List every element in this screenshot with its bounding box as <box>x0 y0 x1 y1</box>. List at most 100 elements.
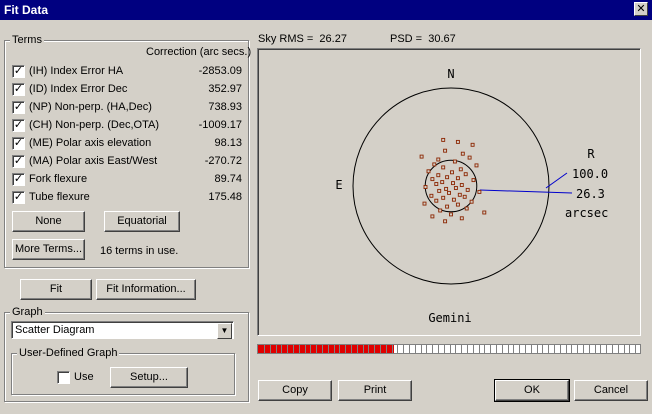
progress-tick <box>583 345 584 353</box>
progress-tick <box>594 345 596 353</box>
progress-tick <box>438 345 439 353</box>
scatter-point <box>482 210 487 215</box>
ok-button[interactable]: OK <box>494 379 570 402</box>
psd-text: PSD = 30.67 <box>390 33 456 45</box>
progress-tick <box>420 345 422 353</box>
graph-legend: Graph <box>10 306 45 318</box>
term-checkbox[interactable]: ✓ <box>12 191 25 204</box>
mount-label: Gemini <box>428 311 471 325</box>
progress-tick <box>304 345 306 353</box>
progress-tick <box>298 345 300 353</box>
close-button[interactable]: ✕ <box>634 2 648 16</box>
fit-button[interactable]: Fit <box>20 279 92 300</box>
progress-tick <box>409 345 410 353</box>
chevron-down-icon[interactable]: ▼ <box>217 323 232 339</box>
term-label: (ID) Index Error Dec <box>29 83 128 95</box>
term-checkbox[interactable]: ✓ <box>12 65 25 78</box>
east-label: E <box>335 178 342 192</box>
progress-tick <box>600 345 602 353</box>
none-button[interactable]: None <box>12 211 85 232</box>
window-title: Fit Data <box>4 3 49 17</box>
scatter-point <box>463 172 468 177</box>
scatter-point <box>471 178 476 183</box>
graph-type-value: Scatter Diagram <box>15 324 95 336</box>
scatter-point <box>426 169 431 174</box>
use-checkbox[interactable] <box>57 371 70 384</box>
term-value: -2853.09 <box>198 65 242 77</box>
use-label: Use <box>74 371 94 383</box>
progress-tick <box>588 345 590 353</box>
title-bar: Fit Data ✕ <box>0 0 652 20</box>
progress-tick <box>397 345 399 353</box>
cancel-button[interactable]: Cancel <box>574 380 648 401</box>
progress-tick <box>623 345 625 353</box>
north-label: N <box>447 67 454 81</box>
progress-ticks <box>258 345 640 353</box>
scatter-point <box>423 185 428 189</box>
scatter-point <box>460 151 465 156</box>
progress-tick <box>606 345 608 353</box>
scatter-point <box>445 204 450 209</box>
progress-tick <box>449 345 451 353</box>
progress-tick <box>612 345 613 353</box>
scatter-point <box>436 173 441 178</box>
progress-tick <box>281 345 283 353</box>
term-value: 738.93 <box>208 101 242 113</box>
scatter-point <box>455 202 460 207</box>
term-value: 98.13 <box>214 137 242 149</box>
term-value: 89.74 <box>214 173 242 185</box>
scatter-point <box>455 139 460 144</box>
scatter-point <box>465 187 470 192</box>
print-button[interactable]: Print <box>338 380 412 401</box>
scatter-point <box>459 216 464 221</box>
setup-button[interactable]: Setup... <box>110 367 188 388</box>
equatorial-button[interactable]: Equatorial <box>104 211 180 232</box>
scatter-point <box>443 219 448 224</box>
copy-button[interactable]: Copy <box>258 380 332 401</box>
term-checkbox[interactable]: ✓ <box>12 173 25 186</box>
scatter-point <box>441 137 446 142</box>
scatter-point <box>451 197 456 202</box>
progress-tick <box>368 345 370 353</box>
scatter-point <box>458 167 463 172</box>
progress-tick <box>327 345 329 353</box>
outer-circle <box>352 87 550 285</box>
term-checkbox[interactable]: ✓ <box>12 119 25 132</box>
scatter-point <box>436 157 441 162</box>
scatter-point <box>438 208 443 213</box>
graph-type-select[interactable]: Scatter Diagram ▼ <box>11 321 234 339</box>
term-checkbox[interactable]: ✓ <box>12 101 25 114</box>
progress-tick <box>559 345 561 353</box>
progress-tick <box>269 345 271 353</box>
progress-tick <box>513 345 515 353</box>
user-defined-graph-legend: User-Defined Graph <box>17 347 120 359</box>
progress-tick <box>443 345 445 353</box>
progress-tick <box>525 345 526 353</box>
scatter-point <box>462 194 467 199</box>
inner-radius-label: 26.3 <box>576 187 605 201</box>
scatter-point <box>437 188 442 193</box>
progress-tick <box>490 345 492 353</box>
fit-information-button[interactable]: Fit Information... <box>96 279 196 300</box>
more-terms-button[interactable]: More Terms... <box>12 239 85 260</box>
progress-tick <box>391 345 393 353</box>
progress-tick <box>287 345 289 353</box>
progress-tick <box>310 345 312 353</box>
progress-tick <box>403 345 405 353</box>
terms-in-use-text: 16 terms in use. <box>100 245 179 257</box>
progress-tick <box>461 345 463 353</box>
term-checkbox[interactable]: ✓ <box>12 155 25 168</box>
term-label: Tube flexure <box>29 191 90 203</box>
progress-tick <box>507 345 509 353</box>
progress-tick <box>275 345 277 353</box>
term-label: (CH) Non-perp. (Dec,OTA) <box>29 119 159 131</box>
term-checkbox[interactable]: ✓ <box>12 83 25 96</box>
progress-tick <box>414 345 416 353</box>
inner-circle <box>424 159 478 213</box>
r-label: R <box>587 147 595 161</box>
term-label: (MA) Polar axis East/West <box>29 155 158 167</box>
term-label: (ME) Polar axis elevation <box>29 137 152 149</box>
term-checkbox[interactable]: ✓ <box>12 137 25 150</box>
scatter-point <box>474 163 479 168</box>
progress-tick <box>426 345 428 353</box>
